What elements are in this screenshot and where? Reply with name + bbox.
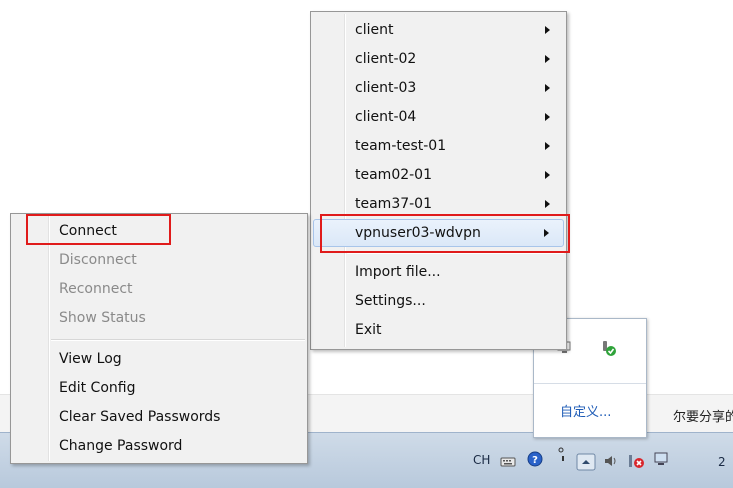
menu-item-label: client-03 bbox=[355, 80, 417, 96]
background-text: 尔要分享的数 bbox=[673, 410, 733, 425]
context-item-reconnect[interactable]: Reconnect bbox=[13, 275, 305, 303]
openvpn-icon[interactable] bbox=[598, 339, 618, 359]
submenu-item-vpnuser03-wdvpn[interactable]: vpnuser03-wdvpn bbox=[313, 219, 564, 247]
submenu-action-import-file[interactable]: Import file... bbox=[313, 258, 564, 286]
menu-separator bbox=[51, 339, 305, 341]
keyboard-icon[interactable] bbox=[500, 453, 516, 469]
separator bbox=[534, 383, 646, 384]
show-hidden-icons-button[interactable] bbox=[576, 453, 596, 471]
context-item-show-status[interactable]: Show Status bbox=[13, 304, 305, 332]
menu-item-label: team02-01 bbox=[355, 167, 432, 183]
submenu-item-client-02[interactable]: client-02 bbox=[313, 45, 564, 73]
network-icon[interactable] bbox=[556, 447, 572, 463]
chevron-right-icon bbox=[545, 200, 550, 208]
context-item-connect[interactable]: Connect bbox=[13, 217, 305, 245]
submenu-item-client[interactable]: client bbox=[313, 16, 564, 44]
chevron-right-icon bbox=[545, 84, 550, 92]
menu-item-label: client bbox=[355, 22, 394, 38]
submenu-item-client-03[interactable]: client-03 bbox=[313, 74, 564, 102]
connection-context-menu: Connect Disconnect Reconnect Show Status Vie… bbox=[10, 213, 308, 464]
action-center-icon[interactable] bbox=[628, 453, 644, 469]
menu-item-label: Clear Saved Passwords bbox=[59, 409, 221, 425]
menu-item-label: Connect bbox=[59, 223, 117, 239]
menu-item-label: Exit bbox=[355, 322, 382, 338]
submenu-item-team02-01[interactable]: team02-01 bbox=[313, 161, 564, 189]
context-item-disconnect[interactable]: Disconnect bbox=[13, 246, 305, 274]
menu-item-label: Show Status bbox=[59, 310, 146, 326]
menu-item-label: Import file... bbox=[355, 264, 441, 280]
submenu-item-team-test-01[interactable]: team-test-01 bbox=[313, 132, 564, 160]
context-item-view-log[interactable]: View Log bbox=[13, 345, 305, 373]
chevron-right-icon bbox=[545, 26, 550, 34]
chevron-right-icon bbox=[544, 229, 549, 237]
chevron-right-icon bbox=[545, 113, 550, 121]
submenu-action-settings[interactable]: Settings... bbox=[313, 287, 564, 315]
chevron-right-icon bbox=[545, 55, 550, 63]
menu-item-label: Disconnect bbox=[59, 252, 137, 268]
help-icon[interactable]: ? bbox=[527, 451, 543, 467]
menu-item-label: team-test-01 bbox=[355, 138, 447, 154]
submenu-item-client-04[interactable]: client-04 bbox=[313, 103, 564, 131]
customize-link[interactable]: 自定义... bbox=[560, 401, 611, 420]
context-item-edit-config[interactable]: Edit Config bbox=[13, 374, 305, 402]
network-status-icon[interactable] bbox=[653, 451, 669, 467]
menu-item-label: team37-01 bbox=[355, 196, 432, 212]
connection-submenu: client client-02 client-03 client-04 team-te… bbox=[310, 11, 567, 350]
menu-item-label: Change Password bbox=[59, 438, 183, 454]
chevron-right-icon bbox=[545, 142, 550, 150]
context-item-change-password[interactable]: Change Password bbox=[13, 432, 305, 460]
clock[interactable]: 2 bbox=[718, 455, 726, 469]
menu-item-label: Reconnect bbox=[59, 281, 133, 297]
menu-item-label: vpnuser03-wdvpn bbox=[355, 225, 481, 241]
menu-item-label: View Log bbox=[59, 351, 122, 367]
svg-text:?: ? bbox=[532, 455, 538, 466]
submenu-action-exit[interactable]: Exit bbox=[313, 316, 564, 344]
menu-item-label: Settings... bbox=[355, 293, 426, 309]
submenu-item-team37-01[interactable]: team37-01 bbox=[313, 190, 564, 218]
menu-item-label: Edit Config bbox=[59, 380, 136, 396]
language-indicator[interactable]: CH bbox=[473, 453, 490, 467]
chevron-right-icon bbox=[545, 171, 550, 179]
menu-item-label: client-04 bbox=[355, 109, 417, 125]
menu-item-label: client-02 bbox=[355, 51, 417, 67]
context-item-clear-saved-passwords[interactable]: Clear Saved Passwords bbox=[13, 403, 305, 431]
volume-icon[interactable] bbox=[603, 453, 619, 469]
menu-separator bbox=[347, 252, 564, 254]
